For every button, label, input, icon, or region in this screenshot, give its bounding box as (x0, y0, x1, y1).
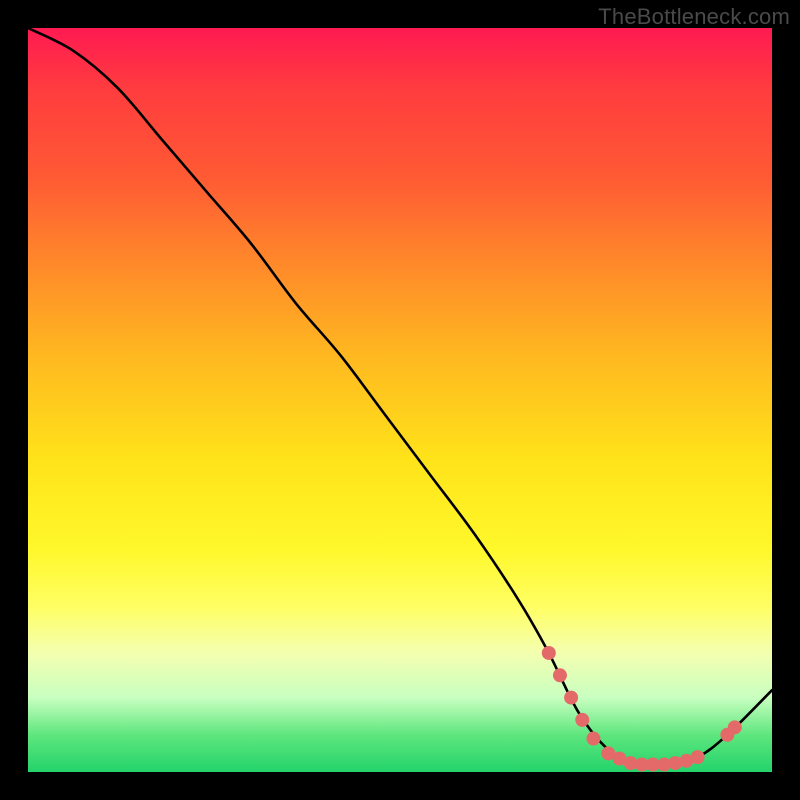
highlight-dot (586, 732, 600, 746)
plot-area (28, 28, 772, 772)
bottleneck-curve (28, 28, 772, 766)
highlight-dot (691, 750, 705, 764)
highlight-dots (542, 646, 742, 772)
highlight-dot (728, 720, 742, 734)
highlight-dot (542, 646, 556, 660)
watermark-text: TheBottleneck.com (598, 4, 790, 30)
curve-layer (28, 28, 772, 772)
highlight-dot (553, 668, 567, 682)
chart-frame: TheBottleneck.com (0, 0, 800, 800)
highlight-dot (575, 713, 589, 727)
highlight-dot (564, 691, 578, 705)
